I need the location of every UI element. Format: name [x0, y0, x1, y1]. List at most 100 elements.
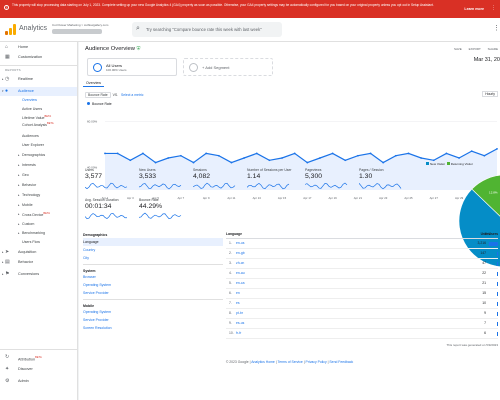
dim-mobile-os[interactable]: Operating System [83, 308, 223, 316]
search-box[interactable]: ⌕ Try searching "Compare bounce rate thi… [132, 22, 282, 37]
footer-link-privacy[interactable]: Privacy Policy [306, 360, 327, 364]
language-link[interactable]: pt-br [236, 309, 243, 318]
sidebar-item-attribution[interactable]: ↻ AttributionBETA [0, 353, 77, 362]
apps-icon[interactable]: ⋮ [493, 25, 500, 32]
footer-link-terms[interactable]: Terms of Service [278, 360, 303, 364]
table-row[interactable]: 2. en-gb 147 [226, 249, 498, 259]
table-row[interactable]: 8. pt-br 9 [226, 309, 498, 319]
language-link[interactable]: es [236, 299, 240, 308]
sidebar-sub-demographics[interactable]: ▸ Demographics [18, 153, 45, 157]
language-link[interactable]: en-au [236, 269, 245, 278]
metric-sessions-per-user[interactable]: Number of Sessions per User 1.14 [247, 168, 307, 190]
dim-screen-resolution[interactable]: Screen Resolution [83, 324, 223, 332]
add-segment-button[interactable]: + Add Segment [183, 58, 273, 76]
footer-link-feedback[interactable]: Send Feedback [329, 360, 353, 364]
sidebar-sub-audiences[interactable]: Audiences [22, 134, 39, 138]
segment-all-users[interactable]: All Users 100.00% Users [87, 58, 177, 76]
sidebar-sub-benchmarking[interactable]: ▸ Benchmarking [18, 231, 45, 235]
table-row[interactable]: 7. es 10 [226, 299, 498, 309]
row-number: 9. [229, 321, 232, 325]
row-number: 10. [229, 331, 234, 335]
analytics-logo[interactable] [5, 24, 16, 35]
dim-service-provider[interactable]: Service Provider [83, 289, 223, 297]
table-row[interactable]: 1. en-us 3,216 [226, 239, 498, 249]
dim-operating-system[interactable]: Operating System [83, 281, 223, 289]
table-row[interactable]: 6. en 15 [226, 289, 498, 299]
account-selector[interactable]: Cut Flower Marketing > cutflowgallery.co… [52, 23, 108, 34]
metric-sessions[interactable]: Sessions 4,082 [193, 168, 245, 190]
date-range-picker[interactable]: Mar 31, 20 [474, 57, 500, 63]
sidebar-item-conversions[interactable]: ▸ ⚑ Conversions [0, 270, 77, 279]
metric-avg-session-duration[interactable]: Avg. Session Duration 00:01:34 [85, 198, 137, 220]
metric-bounce-rate[interactable]: Bounce Rate 44.29% [139, 198, 191, 220]
table-row[interactable]: 3. zh-cn 47 [226, 259, 498, 269]
sidebar-sub-users-flow[interactable]: Users Flow [22, 240, 40, 244]
table-row[interactable]: 4. en-au 22 [226, 269, 498, 279]
language-link[interactable]: en [236, 289, 240, 298]
sidebar-item-behavior[interactable]: ▸ ▤ Behavior [0, 258, 77, 267]
sidebar-item-home[interactable]: ⌂ Home [0, 43, 77, 52]
main-content: Audience Overview ⛨ SAVE EXPORT SHARE Ma… [79, 42, 500, 400]
footer-link-home[interactable]: Analytics Home [251, 360, 275, 364]
sidebar-sub-geo[interactable]: ▸ Geo [18, 173, 29, 177]
sidebar-item-acquisition[interactable]: ▸ ➤ Acquisition [0, 248, 77, 257]
data-point [268, 159, 271, 162]
metric-users[interactable]: Users 3,577 [85, 168, 137, 190]
dim-browser[interactable]: Browser [83, 273, 223, 281]
sidebar-sub-custom[interactable]: ▸ Custom [18, 222, 34, 226]
sidebar-item-audience[interactable]: ▾ ● Audience [0, 87, 77, 96]
data-point [357, 154, 359, 157]
language-link[interactable]: zh-cn [236, 259, 244, 268]
row-number: 6. [229, 291, 232, 295]
table-row[interactable]: 5. en-ca 21 [226, 279, 498, 289]
sidebar-sub-user-explorer[interactable]: User Explorer [22, 143, 44, 147]
language-link[interactable]: en-gb [236, 249, 245, 258]
sparkline [139, 183, 182, 190]
sidebar-sub-technology[interactable]: ▸ Technology [18, 193, 40, 197]
table-row[interactable]: 9. es-us 7 [226, 319, 498, 329]
tab-overview[interactable]: Overview [83, 80, 104, 87]
dismiss-icon[interactable]: ⋮ [491, 6, 496, 11]
dim-country[interactable]: Country [83, 246, 223, 254]
learn-more-link[interactable]: Learn more [464, 7, 484, 11]
col-language[interactable]: Language [226, 232, 242, 236]
search-input[interactable]: Try searching "Compare bounce rate this … [146, 27, 262, 32]
language-link[interactable]: en-us [236, 239, 244, 248]
sidebar-item-admin[interactable]: ⚙ Admin [0, 377, 77, 386]
sidebar-sub-lifetime-value[interactable]: Lifetime ValueBETA [22, 115, 51, 120]
language-link[interactable]: es-us [236, 319, 244, 328]
table-row[interactable]: 10. fr-fr 6 [226, 329, 498, 339]
dim-language[interactable]: Language [83, 238, 223, 246]
granularity-select[interactable]: Hourly [482, 91, 498, 97]
metric-pageviews[interactable]: Pageviews 5,300 [305, 168, 357, 190]
sidebar-item-customization[interactable]: ▦ Customization [0, 53, 77, 62]
language-link[interactable]: fr-fr [236, 329, 241, 338]
users-value: 47 [482, 261, 486, 265]
language-link[interactable]: en-ca [236, 279, 244, 288]
sidebar-sub-cohort-analysis[interactable]: Cohort AnalysisBETA [22, 122, 54, 127]
dim-mobile-provider[interactable]: Service Provider [83, 316, 223, 324]
sidebar-item-realtime[interactable]: ▸ ◷ Realtime [0, 75, 77, 84]
pct-bar [497, 272, 498, 276]
data-point [116, 152, 119, 155]
sparkline-path [139, 212, 182, 220]
sidebar-item-discover[interactable]: ✦ Discover [0, 365, 77, 374]
sidebar-sub-cross-device[interactable]: ▸ Cross DeviceBETA [18, 212, 50, 217]
metric-pages-per-session[interactable]: Pages / Session 1.30 [359, 168, 411, 190]
bounce-rate-line-chart[interactable]: 60.00%40.00%Apr 1 Apr 3 Apr 5 Apr 7 Apr 9 Apr… [85, 106, 500, 206]
save-button[interactable]: SAVE [454, 47, 462, 51]
metric-new-users[interactable]: New Users 3,533 [139, 168, 191, 190]
sidebar-sub-mobile[interactable]: ▸ Mobile [18, 203, 33, 207]
expand-icon: ▸ [2, 272, 4, 276]
col-pct-users[interactable]: % Users [485, 232, 498, 236]
select-metric-link[interactable]: Select a metric [121, 93, 143, 97]
sidebar-sub-active-users[interactable]: Active Users [22, 107, 42, 111]
metric-select[interactable]: Bounce Rate [85, 92, 111, 98]
sidebar-sub-interests[interactable]: ▸ Interests [18, 163, 36, 167]
sidebar-divider [0, 349, 77, 350]
sidebar-sub-behavior[interactable]: ▸ Behavior [18, 183, 36, 187]
export-button[interactable]: EXPORT [469, 47, 481, 51]
share-button[interactable]: SHARE [488, 47, 498, 51]
sidebar-sub-overview[interactable]: Overview [22, 98, 37, 102]
dim-city[interactable]: City [83, 254, 223, 262]
